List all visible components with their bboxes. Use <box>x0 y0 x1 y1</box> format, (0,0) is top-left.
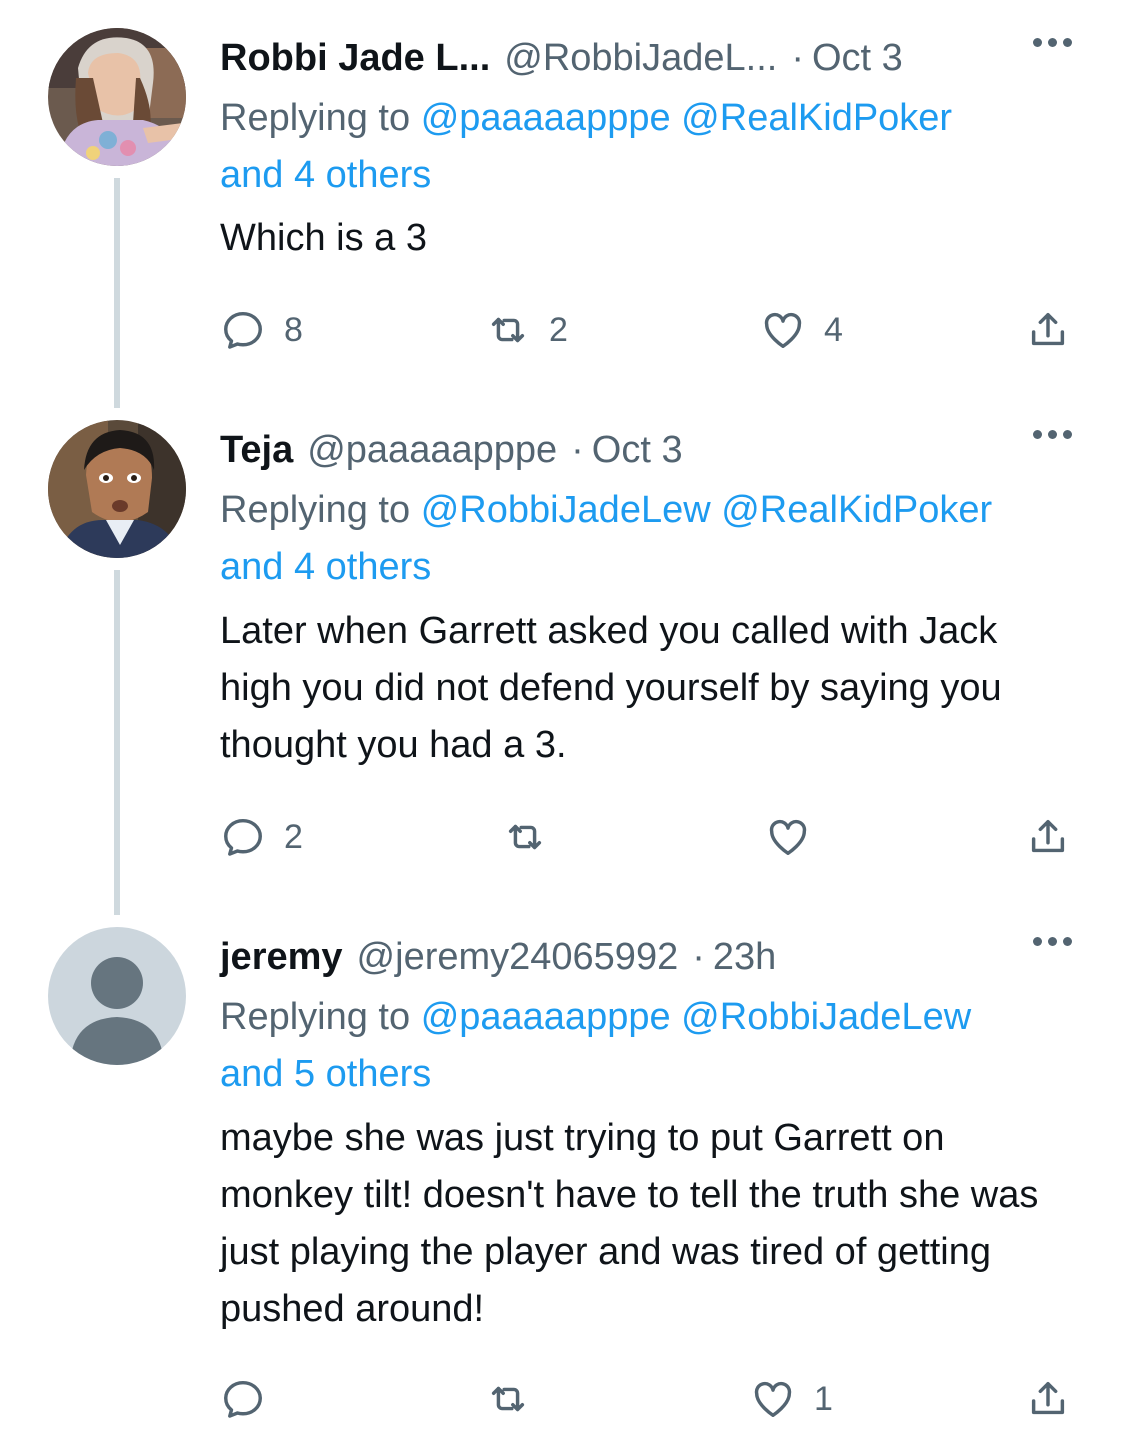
heart-icon <box>769 819 807 856</box>
reply-icon <box>224 818 262 856</box>
share-icon <box>1031 819 1065 853</box>
display-name[interactable]: Robbi Jade L... <box>220 37 490 80</box>
others-link[interactable]: and 4 others <box>220 154 431 196</box>
heart-icon <box>764 312 802 349</box>
mention-link[interactable]: @RealKidPoker <box>681 97 952 139</box>
replying-to: Replying to @paaaaapppe @RealKidPoker an… <box>220 90 1080 204</box>
retweet-button[interactable]: 2 <box>485 305 568 355</box>
others-link[interactable]: and 5 others <box>220 1053 431 1095</box>
user-handle[interactable]: @RobbiJadeL... <box>504 37 777 80</box>
tweet[interactable]: jeremy @jeremy24065992 · 23h Replying to… <box>0 927 1124 1437</box>
like-button[interactable]: 1 <box>750 1374 833 1424</box>
like-count: 1 <box>814 1379 833 1418</box>
action-bar: 8 2 4 <box>220 305 1080 355</box>
separator-dot: · <box>791 36 804 79</box>
reply-count: 2 <box>284 817 303 856</box>
photo-man-avatar <box>48 420 186 558</box>
timestamp[interactable]: Oct 3 <box>812 37 903 80</box>
timestamp[interactable]: Oct 3 <box>592 429 683 472</box>
replying-prefix: Replying to <box>220 97 411 139</box>
user-handle[interactable]: @paaaaapppe <box>307 429 557 472</box>
tweet-text: Later when Garrett asked you called with… <box>220 610 1002 766</box>
mention-link[interactable]: @paaaaapppe <box>421 996 671 1038</box>
replying-to: Replying to @paaaaapppe @RobbiJadeLew an… <box>220 989 1080 1103</box>
user-handle[interactable]: @jeremy24065992 <box>357 936 679 979</box>
reply-button[interactable]: 8 <box>220 305 303 355</box>
tweet-text: maybe she was just trying to put Garrett… <box>220 1117 1039 1330</box>
others-link[interactable]: and 4 others <box>220 546 431 588</box>
mention-link[interactable]: @RobbiJadeLew <box>421 489 711 531</box>
retweet-icon <box>508 824 542 850</box>
tweet-header: jeremy @jeremy24065992 · 23h <box>220 927 776 987</box>
retweet-icon <box>491 317 525 343</box>
like-button[interactable]: 4 <box>760 305 843 355</box>
replying-prefix: Replying to <box>220 489 411 531</box>
action-bar: 2 <box>220 812 1080 862</box>
tweet-header: Robbi Jade L... @RobbiJadeL... · Oct 3 <box>220 28 903 88</box>
replying-prefix: Replying to <box>220 996 411 1038</box>
retweet-button[interactable] <box>502 812 566 862</box>
share-button[interactable] <box>1025 305 1071 355</box>
avatar[interactable] <box>48 927 186 1065</box>
display-name[interactable]: jeremy <box>220 936 343 979</box>
separator-dot: · <box>692 935 705 978</box>
retweet-count: 2 <box>549 310 568 349</box>
default-avatar <box>48 927 186 1065</box>
mention-link[interactable]: @RealKidPoker <box>721 489 992 531</box>
display-name[interactable]: Teja <box>220 429 293 472</box>
avatar[interactable] <box>48 420 186 558</box>
tweet-text: Which is a 3 <box>220 217 427 259</box>
timestamp[interactable]: 23h <box>713 936 776 979</box>
reply-button[interactable]: 2 <box>220 812 303 862</box>
reply-count: 8 <box>284 310 303 349</box>
retweet-icon <box>491 1386 525 1412</box>
like-count: 4 <box>824 310 843 349</box>
action-bar: 1 <box>220 1374 1080 1424</box>
photo-woman-avatar <box>48 28 186 166</box>
mention-link[interactable]: @paaaaapppe <box>421 97 671 139</box>
more-options-icon[interactable] <box>1033 38 1072 47</box>
share-button[interactable] <box>1025 1374 1071 1424</box>
heart-icon <box>754 1381 792 1418</box>
replying-to: Replying to @RobbiJadeLew @RealKidPoker … <box>220 482 1080 596</box>
more-options-icon[interactable] <box>1033 430 1072 439</box>
share-button[interactable] <box>1025 812 1071 862</box>
separator-dot: · <box>571 428 584 471</box>
more-options-icon[interactable] <box>1033 937 1072 946</box>
like-button[interactable] <box>765 812 829 862</box>
share-icon <box>1031 1381 1065 1415</box>
reply-button[interactable] <box>220 1374 284 1424</box>
tweet[interactable]: Robbi Jade L... @RobbiJadeL... · Oct 3 R… <box>0 28 1124 408</box>
retweet-button[interactable] <box>485 1374 549 1424</box>
avatar[interactable] <box>48 28 186 166</box>
tweet-header: Teja @paaaaapppe · Oct 3 <box>220 420 683 480</box>
reply-icon <box>224 311 262 349</box>
tweet[interactable]: Teja @paaaaapppe · Oct 3 Replying to @Ro… <box>0 420 1124 900</box>
mention-link[interactable]: @RobbiJadeLew <box>681 996 971 1038</box>
reply-icon <box>224 1380 262 1418</box>
share-icon <box>1031 312 1065 346</box>
